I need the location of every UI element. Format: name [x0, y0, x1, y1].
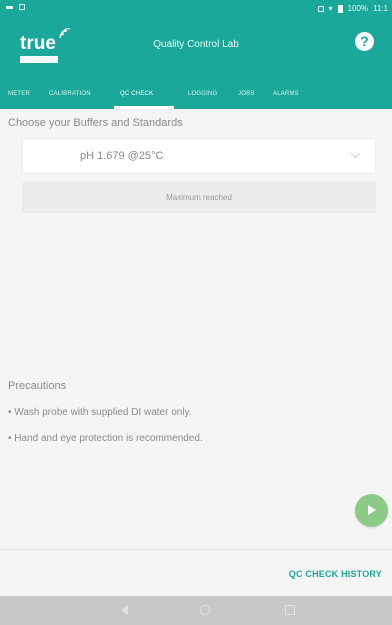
play-icon — [368, 505, 376, 515]
start-check-button[interactable] — [355, 494, 388, 527]
app-bar: true Quality Control Lab ? — [0, 17, 392, 81]
tab-alarms[interactable]: ALARMS — [273, 91, 299, 97]
section-title: Choose your Buffers and Standards — [8, 117, 183, 129]
system-nav-bar — [0, 596, 392, 625]
clock: 11:1 — [373, 4, 388, 13]
maximum-reached-button[interactable]: Maximum reached — [22, 182, 376, 213]
tab-meter[interactable]: METER — [8, 91, 30, 97]
tab-logging[interactable]: LOGGING — [188, 91, 217, 97]
buffer-select-value: pH 1.679 @25°C — [80, 150, 164, 162]
home-icon[interactable] — [200, 605, 210, 615]
battery-percent: 100% — [347, 4, 369, 13]
buffer-select[interactable]: pH 1.679 @25°C — [22, 138, 376, 174]
bottom-bar: QC CHECK HISTORY — [0, 550, 392, 596]
battery-icon — [337, 4, 343, 13]
qc-check-content: Choose your Buffers and Standards pH 1.6… — [0, 109, 392, 549]
notification-icon — [6, 5, 13, 9]
precaution-item: • Wash probe with supplied DI water only… — [8, 407, 192, 418]
tab-calibration[interactable]: CALIBRATION — [49, 91, 91, 97]
status-bar: ▾ 100% 11:1 — [0, 0, 392, 17]
qc-check-history-link[interactable]: QC CHECK HISTORY — [289, 569, 382, 579]
vibrate-icon — [317, 5, 324, 12]
recent-apps-icon[interactable] — [285, 605, 295, 615]
help-icon[interactable]: ? — [355, 32, 374, 51]
screenshot-icon — [19, 4, 25, 10]
precaution-item: • Hand and eye protection is recommended… — [8, 433, 203, 444]
precautions-title: Precautions — [8, 380, 67, 392]
logo-tag — [20, 56, 58, 63]
back-icon[interactable] — [121, 605, 128, 615]
tab-bar: METER CALIBRATION QC CHECK LOGGING JOBS … — [0, 81, 392, 109]
app-title: Quality Control Lab — [153, 39, 239, 50]
tab-jobs[interactable]: JOBS — [238, 91, 254, 97]
tab-qc-check[interactable]: QC CHECK — [120, 91, 153, 97]
wifi-icon: ▾ — [328, 4, 333, 13]
chevron-down-icon — [351, 149, 360, 158]
